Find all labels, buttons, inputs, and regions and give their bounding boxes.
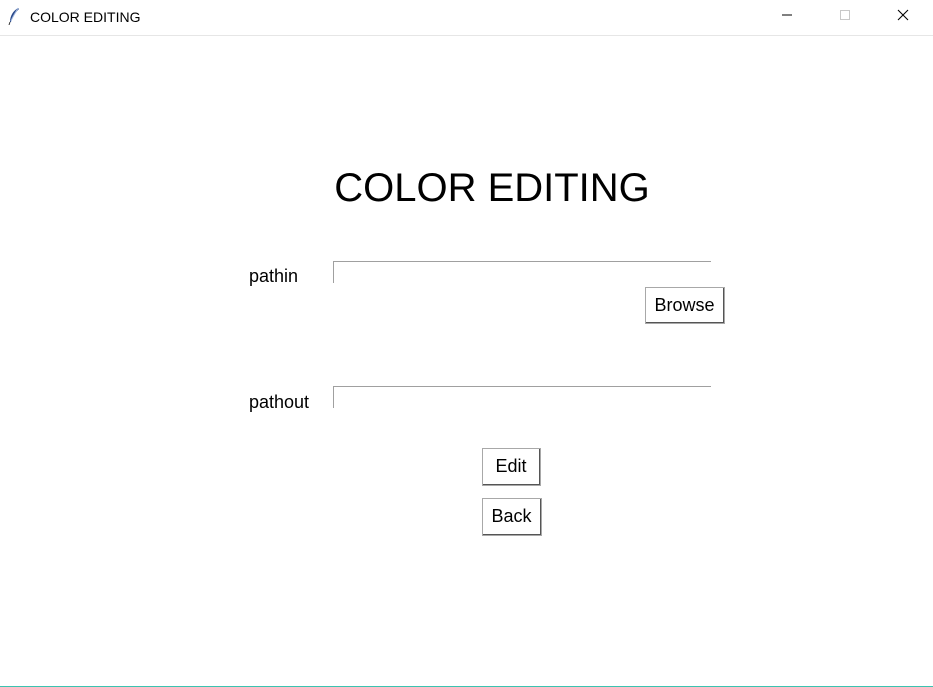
pathin-input[interactable] — [333, 261, 711, 283]
close-button[interactable] — [874, 0, 932, 34]
app-window: COLOR EDITING COLOR EDITING pathin Brows… — [0, 0, 933, 687]
pathout-label: pathout — [249, 392, 310, 412]
title-bar[interactable]: COLOR EDITING — [0, 0, 933, 36]
close-icon — [897, 8, 909, 26]
maximize-button[interactable] — [816, 0, 874, 34]
maximize-icon — [839, 8, 851, 26]
pathout-input[interactable] — [333, 386, 711, 408]
edit-button[interactable]: Edit — [482, 448, 541, 486]
browse-button[interactable]: Browse — [645, 287, 725, 324]
minimize-button[interactable] — [758, 0, 816, 34]
back-button[interactable]: Back — [482, 498, 542, 536]
window-title: COLOR EDITING — [30, 9, 141, 25]
feather-icon — [7, 7, 21, 26]
pathin-label: pathin — [249, 266, 299, 286]
minimize-icon — [781, 8, 793, 26]
page-title: COLOR EDITING — [334, 166, 650, 210]
